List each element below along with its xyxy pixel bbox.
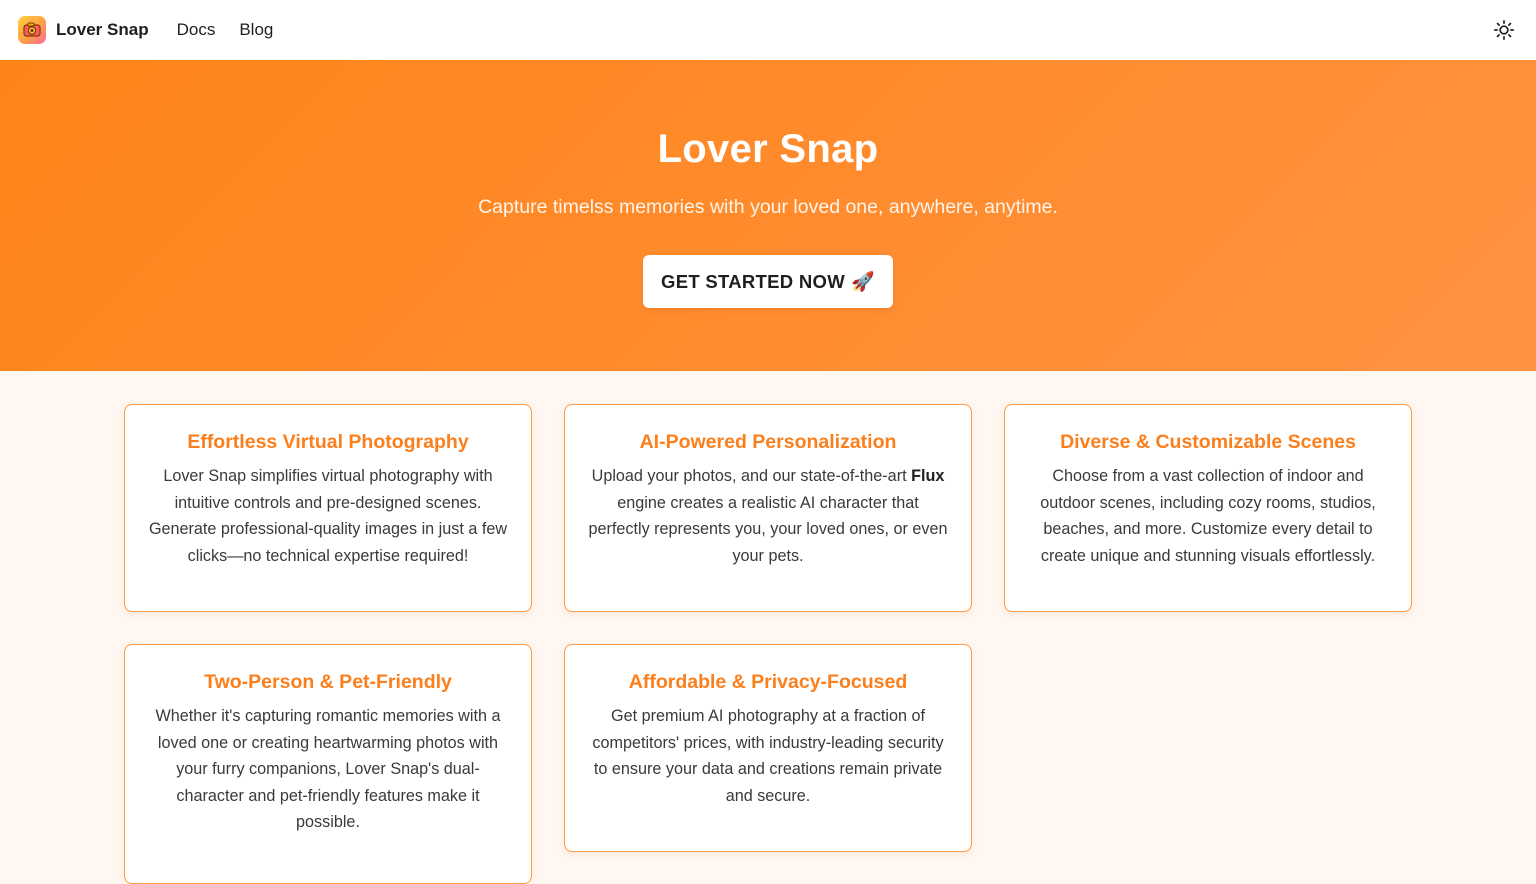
top-navbar: Lover Snap Docs Blog	[0, 0, 1536, 60]
get-started-button[interactable]: GET STARTED NOW 🚀	[643, 255, 893, 308]
nav-link-docs[interactable]: Docs	[177, 20, 216, 40]
feature-card-body: Lover Snap simplifies virtual photograph…	[148, 467, 508, 565]
feature-card-two-person-pet: Two-Person & Pet-Friendly Whether it's c…	[124, 644, 532, 884]
feature-card-privacy: Affordable & Privacy-Focused Get premium…	[564, 644, 972, 852]
feature-card-body: Choose from a vast collection of indoor …	[1040, 467, 1376, 565]
sun-icon	[1494, 20, 1514, 40]
rocket-icon: 🚀	[851, 271, 875, 293]
feature-card-body-part: Upload your photos, and our state-of-the…	[591, 467, 912, 485]
feature-card-title: Diverse & Customizable Scenes	[1060, 431, 1356, 453]
brand-link[interactable]: Lover Snap	[18, 16, 149, 44]
feature-card-virtual-photography: Effortless Virtual Photography Lover Sna…	[124, 404, 532, 612]
feature-card-title: AI-Powered Personalization	[639, 431, 897, 453]
get-started-label: GET STARTED NOW	[661, 270, 846, 292]
feature-card-scenes: Diverse & Customizable Scenes Choose fro…	[1004, 404, 1412, 612]
hero-subtitle: Capture timelss memories with your loved…	[478, 196, 1058, 218]
feature-card-body: Whether it's capturing romantic memories…	[155, 707, 501, 831]
feature-card-ai-personalization: AI-Powered Personalization Upload your p…	[564, 404, 972, 612]
hero-section: Lover Snap Capture timelss memories with…	[0, 60, 1536, 371]
brand-name: Lover Snap	[56, 20, 149, 39]
feature-card-title: Effortless Virtual Photography	[187, 431, 469, 453]
feature-card-body: Get premium AI photography at a fraction…	[592, 707, 944, 805]
camera-heart-icon	[18, 16, 46, 44]
feature-card-title: Affordable & Privacy-Focused	[628, 671, 908, 693]
feature-card-body-part: engine creates a realistic AI character …	[588, 493, 948, 565]
nav-link-blog[interactable]: Blog	[239, 20, 273, 40]
flux-engine-name: Flux	[911, 467, 945, 485]
feature-card-body: Upload your photos, and our state-of-the…	[587, 463, 949, 569]
hero-title: Lover Snap	[657, 127, 879, 171]
theme-toggle-button[interactable]	[1492, 18, 1516, 42]
feature-card-title: Two-Person & Pet-Friendly	[204, 671, 452, 693]
